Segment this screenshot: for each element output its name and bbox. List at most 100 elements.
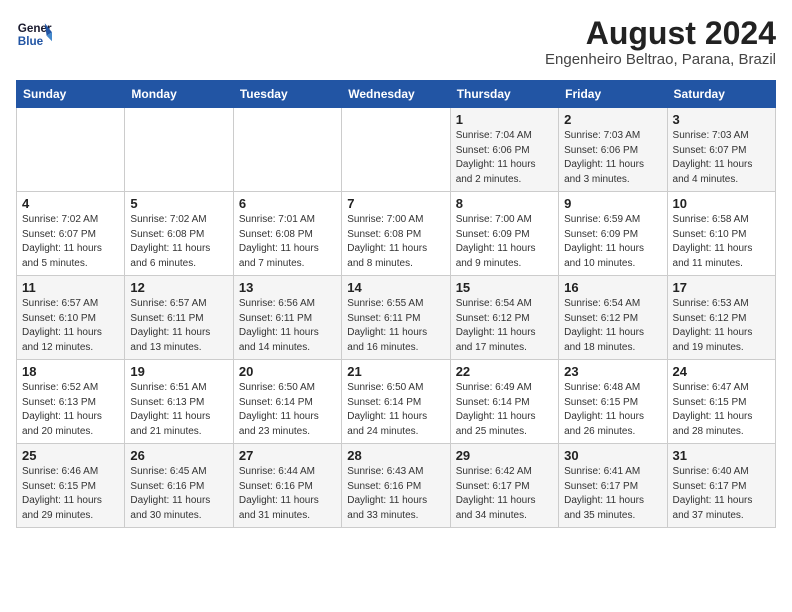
calendar-cell: 12 Sunrise: 6:57 AM Sunset: 6:11 PM Dayli… [125, 276, 233, 360]
day-number: 16 [564, 280, 661, 295]
day-info: Sunrise: 7:04 AM Sunset: 6:06 PM Dayligh… [456, 129, 553, 187]
day-info: Sunrise: 6:45 AM Sunset: 6:16 PM Dayligh… [130, 465, 227, 523]
day-number: 14 [347, 280, 444, 295]
calendar-cell: 14 Sunrise: 6:55 AM Sunset: 6:11 PM Dayli… [342, 276, 450, 360]
day-info: Sunrise: 6:44 AM Sunset: 6:16 PM Dayligh… [239, 465, 336, 523]
day-info: Sunrise: 7:03 AM Sunset: 6:07 PM Dayligh… [673, 129, 770, 187]
calendar-cell [342, 108, 450, 192]
weekday-header-thursday: Thursday [450, 81, 558, 108]
day-number: 7 [347, 196, 444, 211]
calendar-cell: 20 Sunrise: 6:50 AM Sunset: 6:14 PM Dayli… [233, 360, 341, 444]
day-info: Sunrise: 6:52 AM Sunset: 6:13 PM Dayligh… [22, 381, 119, 439]
calendar-week-row: 1 Sunrise: 7:04 AM Sunset: 6:06 PM Daylig… [17, 108, 776, 192]
day-number: 18 [22, 364, 119, 379]
calendar-cell: 17 Sunrise: 6:53 AM Sunset: 6:12 PM Dayli… [667, 276, 775, 360]
day-number: 9 [564, 196, 661, 211]
weekday-header-saturday: Saturday [667, 81, 775, 108]
day-number: 25 [22, 448, 119, 463]
calendar-cell: 10 Sunrise: 6:58 AM Sunset: 6:10 PM Dayli… [667, 192, 775, 276]
weekday-header-tuesday: Tuesday [233, 81, 341, 108]
day-info: Sunrise: 6:53 AM Sunset: 6:12 PM Dayligh… [673, 297, 770, 355]
title-block: August 2024 Engenheiro Beltrao, Parana, … [545, 16, 776, 68]
calendar-cell: 28 Sunrise: 6:43 AM Sunset: 6:16 PM Dayli… [342, 444, 450, 528]
calendar-cell: 29Sunrise: 6:42 AM Sunset: 6:17 PM Dayli… [450, 444, 558, 528]
calendar-week-row: 11 Sunrise: 6:57 AM Sunset: 6:10 PM Dayli… [17, 276, 776, 360]
day-number: 3 [673, 112, 770, 127]
day-info: Sunrise: 6:59 AM Sunset: 6:09 PM Dayligh… [564, 213, 661, 271]
logo-icon: General Blue [16, 16, 52, 52]
day-number: 21 [347, 364, 444, 379]
day-number: 10 [673, 196, 770, 211]
day-info: Sunrise: 6:46 AM Sunset: 6:15 PM Dayligh… [22, 465, 119, 523]
calendar-cell: 27 Sunrise: 6:44 AM Sunset: 6:16 PM Dayli… [233, 444, 341, 528]
calendar-week-row: 4 Sunrise: 7:02 AM Sunset: 6:07 PM Daylig… [17, 192, 776, 276]
calendar-cell: 11 Sunrise: 6:57 AM Sunset: 6:10 PM Dayli… [17, 276, 125, 360]
day-number: 4 [22, 196, 119, 211]
calendar-cell: 2Sunrise: 7:03 AM Sunset: 6:06 PM Daylig… [559, 108, 667, 192]
weekday-header-wednesday: Wednesday [342, 81, 450, 108]
calendar-cell: 13 Sunrise: 6:56 AM Sunset: 6:11 PM Dayli… [233, 276, 341, 360]
weekday-header-sunday: Sunday [17, 81, 125, 108]
day-info: Sunrise: 6:50 AM Sunset: 6:14 PM Dayligh… [347, 381, 444, 439]
weekday-header-friday: Friday [559, 81, 667, 108]
day-info: Sunrise: 6:50 AM Sunset: 6:14 PM Dayligh… [239, 381, 336, 439]
day-info: Sunrise: 7:00 AM Sunset: 6:09 PM Dayligh… [456, 213, 553, 271]
day-number: 17 [673, 280, 770, 295]
day-info: Sunrise: 7:02 AM Sunset: 6:08 PM Dayligh… [130, 213, 227, 271]
page-header: General Blue August 2024 Engenheiro Belt… [16, 16, 776, 68]
calendar-cell: 16Sunrise: 6:54 AM Sunset: 6:12 PM Dayli… [559, 276, 667, 360]
location-subtitle: Engenheiro Beltrao, Parana, Brazil [545, 51, 776, 68]
calendar-cell: 18 Sunrise: 6:52 AM Sunset: 6:13 PM Dayli… [17, 360, 125, 444]
calendar-cell: 1 Sunrise: 7:04 AM Sunset: 6:06 PM Daylig… [450, 108, 558, 192]
calendar-week-row: 18 Sunrise: 6:52 AM Sunset: 6:13 PM Dayli… [17, 360, 776, 444]
day-info: Sunrise: 6:56 AM Sunset: 6:11 PM Dayligh… [239, 297, 336, 355]
calendar-cell: 21 Sunrise: 6:50 AM Sunset: 6:14 PM Dayli… [342, 360, 450, 444]
calendar-cell: 3 Sunrise: 7:03 AM Sunset: 6:07 PM Daylig… [667, 108, 775, 192]
calendar-cell: 15Sunrise: 6:54 AM Sunset: 6:12 PM Dayli… [450, 276, 558, 360]
day-info: Sunrise: 7:02 AM Sunset: 6:07 PM Dayligh… [22, 213, 119, 271]
calendar-cell: 31 Sunrise: 6:40 AM Sunset: 6:17 PM Dayli… [667, 444, 775, 528]
weekday-header-row: SundayMondayTuesdayWednesdayThursdayFrid… [17, 81, 776, 108]
day-info: Sunrise: 6:57 AM Sunset: 6:10 PM Dayligh… [22, 297, 119, 355]
day-info: Sunrise: 6:41 AM Sunset: 6:17 PM Dayligh… [564, 465, 661, 523]
calendar-cell: 4 Sunrise: 7:02 AM Sunset: 6:07 PM Daylig… [17, 192, 125, 276]
day-info: Sunrise: 7:03 AM Sunset: 6:06 PM Dayligh… [564, 129, 661, 187]
day-number: 1 [456, 112, 553, 127]
calendar-cell: 24Sunrise: 6:47 AM Sunset: 6:15 PM Dayli… [667, 360, 775, 444]
day-info: Sunrise: 6:51 AM Sunset: 6:13 PM Dayligh… [130, 381, 227, 439]
day-number: 6 [239, 196, 336, 211]
day-number: 19 [130, 364, 227, 379]
day-number: 15 [456, 280, 553, 295]
day-info: Sunrise: 7:00 AM Sunset: 6:08 PM Dayligh… [347, 213, 444, 271]
day-number: 28 [347, 448, 444, 463]
day-number: 5 [130, 196, 227, 211]
day-number: 13 [239, 280, 336, 295]
calendar-cell: 25 Sunrise: 6:46 AM Sunset: 6:15 PM Dayli… [17, 444, 125, 528]
day-number: 20 [239, 364, 336, 379]
day-number: 29 [456, 448, 553, 463]
calendar-cell: 23Sunrise: 6:48 AM Sunset: 6:15 PM Dayli… [559, 360, 667, 444]
calendar-cell [17, 108, 125, 192]
calendar-cell: 9 Sunrise: 6:59 AM Sunset: 6:09 PM Daylig… [559, 192, 667, 276]
day-info: Sunrise: 6:43 AM Sunset: 6:16 PM Dayligh… [347, 465, 444, 523]
day-info: Sunrise: 6:57 AM Sunset: 6:11 PM Dayligh… [130, 297, 227, 355]
calendar-cell: 22 Sunrise: 6:49 AM Sunset: 6:14 PM Dayli… [450, 360, 558, 444]
day-number: 8 [456, 196, 553, 211]
day-number: 31 [673, 448, 770, 463]
day-number: 27 [239, 448, 336, 463]
day-info: Sunrise: 6:55 AM Sunset: 6:11 PM Dayligh… [347, 297, 444, 355]
calendar-cell: 30Sunrise: 6:41 AM Sunset: 6:17 PM Dayli… [559, 444, 667, 528]
day-number: 12 [130, 280, 227, 295]
day-number: 11 [22, 280, 119, 295]
day-info: Sunrise: 6:58 AM Sunset: 6:10 PM Dayligh… [673, 213, 770, 271]
day-number: 22 [456, 364, 553, 379]
day-info: Sunrise: 6:40 AM Sunset: 6:17 PM Dayligh… [673, 465, 770, 523]
logo: General Blue [16, 16, 52, 52]
day-info: Sunrise: 6:49 AM Sunset: 6:14 PM Dayligh… [456, 381, 553, 439]
month-year-title: August 2024 [545, 16, 776, 51]
day-number: 23 [564, 364, 661, 379]
weekday-header-monday: Monday [125, 81, 233, 108]
day-number: 26 [130, 448, 227, 463]
calendar-cell [125, 108, 233, 192]
calendar-table: SundayMondayTuesdayWednesdayThursdayFrid… [16, 80, 776, 528]
